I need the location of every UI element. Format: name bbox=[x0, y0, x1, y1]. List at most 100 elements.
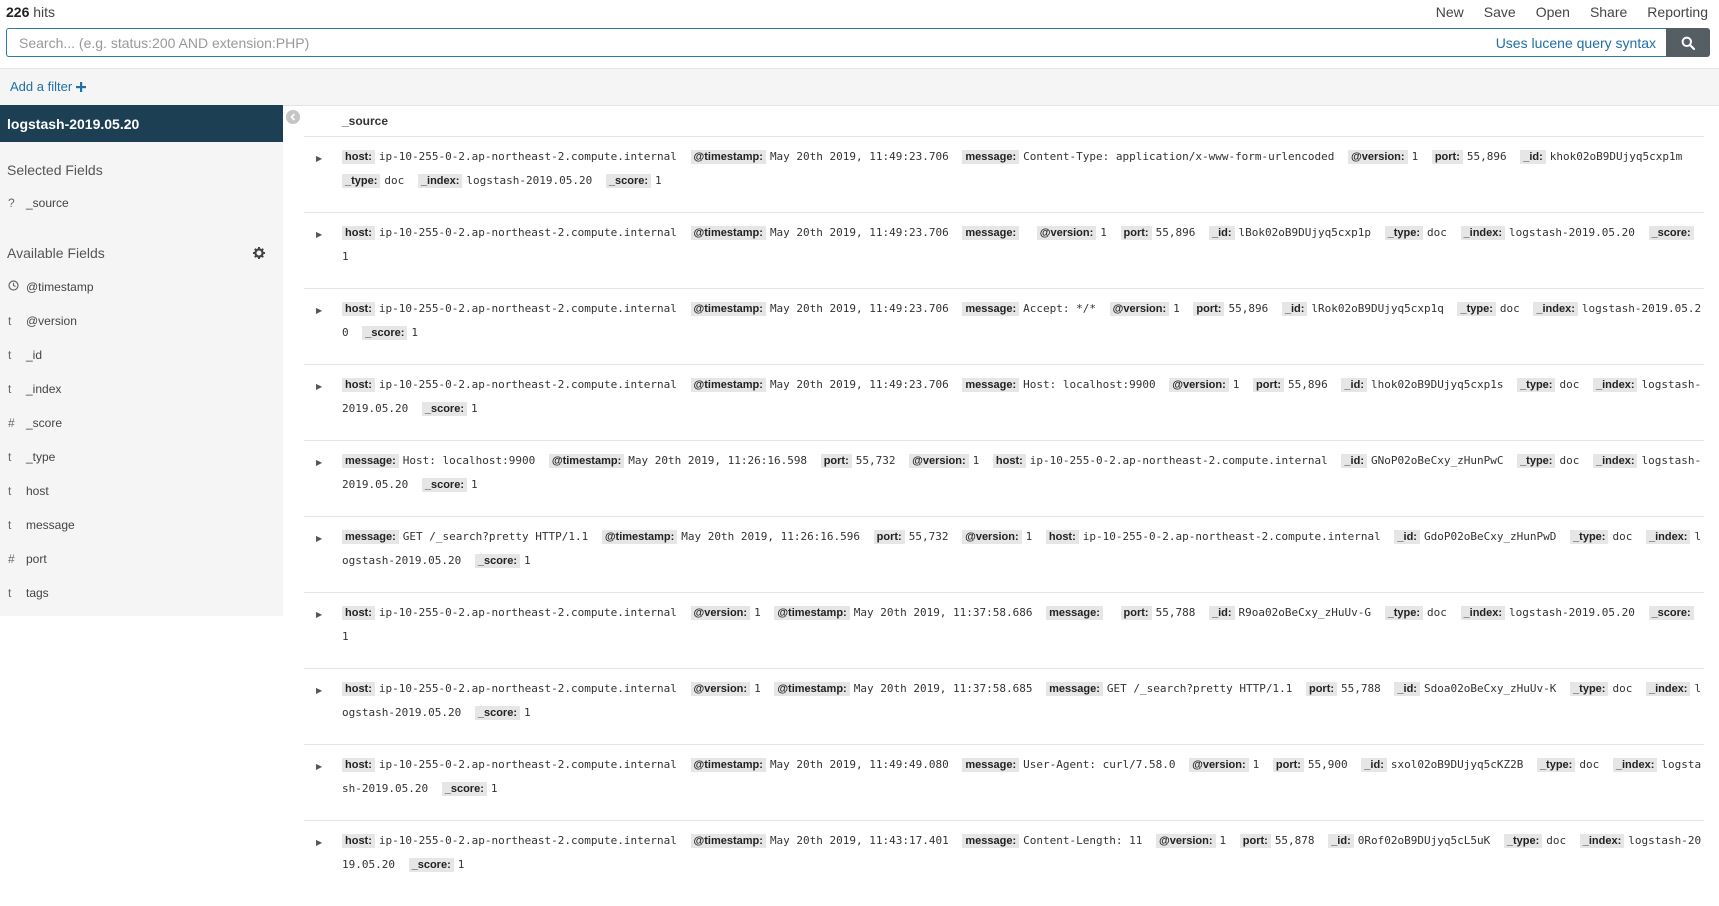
expand-row-icon[interactable]: ▶ bbox=[316, 375, 322, 399]
field-key: _score: bbox=[1648, 606, 1694, 620]
field-key: _index: bbox=[1533, 302, 1578, 316]
field-value: logstash-2019.05.20 bbox=[1509, 606, 1635, 619]
field-type-string-icon: t bbox=[8, 518, 12, 532]
expand-row-icon[interactable]: ▶ bbox=[316, 147, 322, 171]
field-key: port: bbox=[1305, 682, 1338, 696]
field-key: message: bbox=[962, 150, 1020, 164]
field-key: host: bbox=[1045, 530, 1079, 544]
field-item-port[interactable]: # port bbox=[0, 542, 283, 576]
field-value: 55,896 bbox=[1466, 150, 1507, 163]
field-item-id[interactable]: t _id bbox=[0, 338, 283, 372]
reporting-button[interactable]: Reporting bbox=[1647, 4, 1708, 20]
share-button[interactable]: Share bbox=[1590, 4, 1627, 20]
field-value: May 20th 2019, 11:49:23.706 bbox=[769, 378, 949, 391]
expand-row-icon[interactable]: ▶ bbox=[316, 831, 322, 855]
selected-fields-list: ? _source bbox=[0, 186, 283, 220]
field-value: Accept: */* bbox=[1023, 302, 1096, 315]
field-key: _type: bbox=[1570, 682, 1609, 696]
field-value: 1 bbox=[1219, 834, 1227, 847]
field-key: _type: bbox=[1536, 758, 1576, 772]
field-value: 1 bbox=[411, 326, 419, 339]
index-pattern-selector[interactable]: logstash-2019.05.20 bbox=[0, 105, 283, 142]
field-item-version[interactable]: t @version bbox=[0, 304, 283, 338]
field-item-host[interactable]: t host bbox=[0, 474, 283, 508]
lucene-syntax-link[interactable]: Uses lucene query syntax bbox=[1496, 35, 1656, 51]
expand-row-icon[interactable]: ▶ bbox=[316, 603, 322, 627]
field-key: @timestamp: bbox=[690, 758, 766, 772]
field-value: logstash-2019.05.20 bbox=[1509, 226, 1635, 239]
expand-row-icon[interactable]: ▶ bbox=[316, 679, 322, 703]
field-key: _score: bbox=[421, 402, 467, 416]
hits-counter: 226 hits bbox=[6, 4, 55, 20]
field-value: May 20th 2019, 11:37:58.685 bbox=[853, 682, 1033, 695]
row-source: message: GET /_search?pretty HTTP/1.1 @ti… bbox=[342, 525, 1704, 573]
field-item-type[interactable]: t _type bbox=[0, 440, 283, 474]
field-item-timestamp[interactable]: @timestamp bbox=[0, 270, 283, 304]
table-row: ▶ host: ip-10-255-0-2.ap-northeast-2.compu… bbox=[304, 212, 1704, 288]
collapse-sidebar-button[interactable] bbox=[286, 110, 300, 124]
field-item-index[interactable]: t _index bbox=[0, 372, 283, 406]
field-name: @version bbox=[26, 314, 77, 328]
expand-row-icon[interactable]: ▶ bbox=[316, 451, 322, 475]
field-value: Content-Length: 11 bbox=[1023, 834, 1143, 847]
field-value: 1 bbox=[1232, 378, 1240, 391]
row-source: host: ip-10-255-0-2.ap-northeast-2.comput… bbox=[342, 677, 1704, 725]
field-key: host: bbox=[342, 378, 375, 392]
field-value: 1 bbox=[342, 250, 349, 263]
field-key: @version: bbox=[1348, 150, 1408, 164]
table-row: ▶ message: GET /_search?pretty HTTP/1.1 @t… bbox=[304, 516, 1704, 592]
chevron-left-icon bbox=[290, 113, 296, 121]
field-key: host: bbox=[342, 758, 375, 772]
field-value: lhok02oB9DUjyq5cxp1s bbox=[1370, 378, 1504, 391]
field-value: doc bbox=[1579, 758, 1600, 771]
field-key: @timestamp: bbox=[690, 378, 766, 392]
search-button[interactable] bbox=[1666, 28, 1710, 57]
field-key: _index: bbox=[1579, 834, 1625, 848]
expand-row-icon[interactable]: ▶ bbox=[316, 755, 322, 779]
field-item-message[interactable]: t message bbox=[0, 508, 283, 542]
field-value: May 20th 2019, 11:26:16.598 bbox=[628, 454, 808, 467]
search-input[interactable] bbox=[17, 33, 1496, 52]
field-value: 55,788 bbox=[1341, 682, 1381, 695]
field-key: _id: bbox=[1208, 606, 1235, 620]
field-name: _id bbox=[26, 348, 43, 362]
field-value: doc bbox=[1559, 378, 1580, 391]
field-key: host: bbox=[342, 150, 375, 164]
field-name: @timestamp bbox=[26, 280, 94, 294]
field-value: lBok02oB9DUjyq5cxp1p bbox=[1238, 226, 1371, 239]
hits-count: 226 bbox=[6, 4, 30, 20]
field-value: May 20th 2019, 11:49:23.706 bbox=[769, 150, 949, 163]
field-key: _index: bbox=[1460, 226, 1506, 240]
field-key: host: bbox=[342, 606, 375, 620]
field-value: 1 bbox=[754, 682, 761, 695]
row-source: host: ip-10-255-0-2.ap-northeast-2.comput… bbox=[342, 601, 1704, 649]
field-value: 1 bbox=[523, 706, 531, 719]
expand-row-icon[interactable]: ▶ bbox=[316, 527, 322, 551]
field-key: message: bbox=[1046, 682, 1103, 696]
field-key: _index: bbox=[1612, 758, 1658, 772]
field-key: port: bbox=[873, 530, 905, 544]
field-key: _score: bbox=[605, 174, 652, 188]
table-row: ▶ host: ip-10-255-0-2.ap-northeast-2.compu… bbox=[304, 820, 1704, 896]
field-key: _score: bbox=[408, 858, 454, 872]
add-filter-button[interactable]: Add a filter bbox=[10, 79, 86, 94]
field-value: doc bbox=[384, 174, 405, 187]
new-button[interactable]: New bbox=[1436, 4, 1464, 20]
field-value: May 20th 2019, 11:49:49.080 bbox=[769, 758, 949, 771]
field-item-score[interactable]: # _score bbox=[0, 406, 283, 440]
expand-row-icon[interactable]: ▶ bbox=[316, 299, 322, 323]
field-name: message bbox=[26, 518, 75, 532]
field-value: ip-10-255-0-2.ap-northeast-2.compute.int… bbox=[378, 682, 677, 695]
table-row: ▶ host: ip-10-255-0-2.ap-northeast-2.compu… bbox=[304, 668, 1704, 744]
save-button[interactable]: Save bbox=[1484, 4, 1516, 20]
open-button[interactable]: Open bbox=[1536, 4, 1570, 20]
field-item-source[interactable]: ? _source bbox=[0, 186, 283, 220]
field-item-tags[interactable]: t tags bbox=[0, 576, 283, 610]
field-key: @timestamp: bbox=[548, 454, 625, 468]
field-value: GET /_search?pretty HTTP/1.1 bbox=[1106, 682, 1293, 695]
field-key: _id: bbox=[1361, 758, 1387, 772]
gear-icon[interactable] bbox=[253, 247, 265, 259]
field-value: Host: localhost:9900 bbox=[1023, 378, 1156, 391]
field-value: 55,896 bbox=[1228, 302, 1269, 315]
expand-row-icon[interactable]: ▶ bbox=[316, 223, 322, 247]
